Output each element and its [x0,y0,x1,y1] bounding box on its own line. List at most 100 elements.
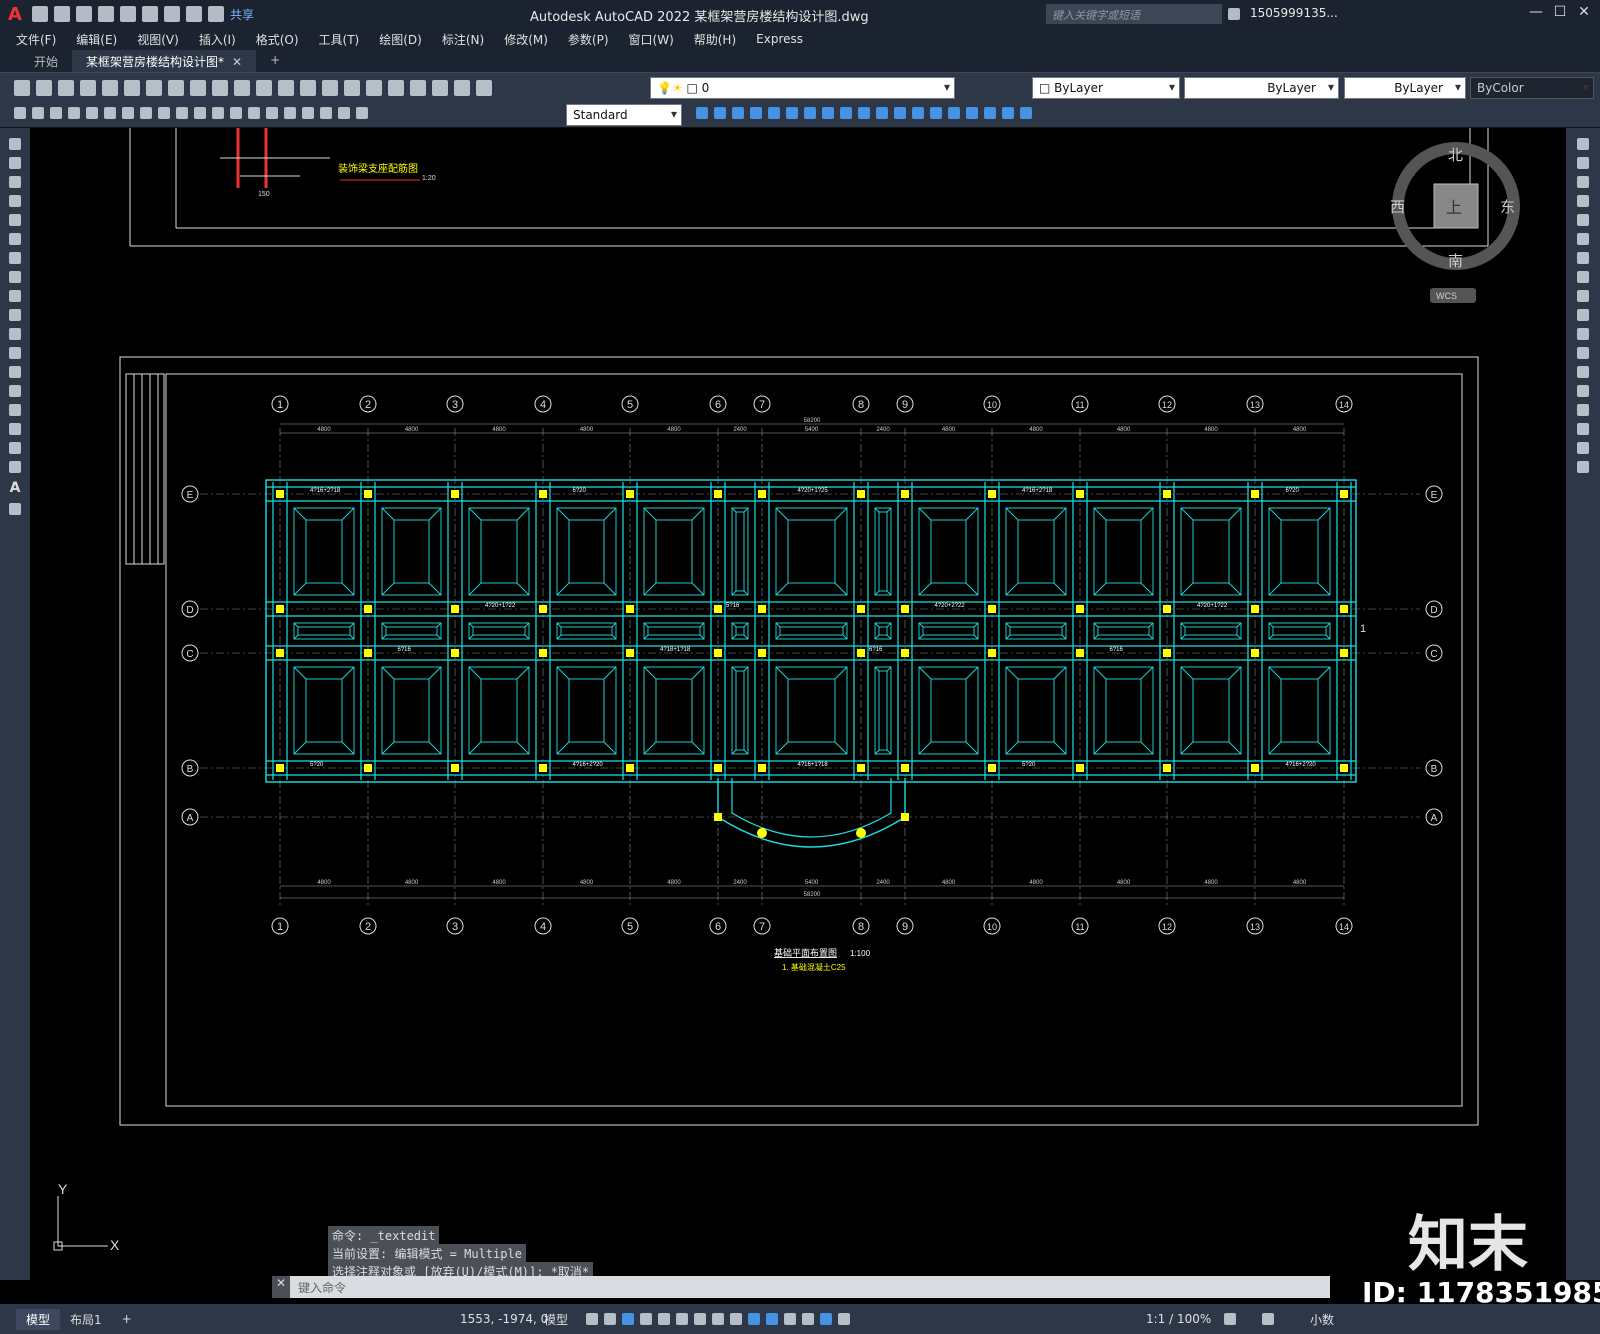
ungroup-icon[interactable] [1002,107,1014,119]
insert-block-icon[interactable] [9,347,21,359]
close-icon[interactable]: ✕ [1574,4,1594,22]
zoom-icon[interactable] [278,80,294,96]
viewcube-top[interactable]: 上 [1446,198,1462,217]
stretch-icon[interactable] [1577,290,1589,302]
copy-object-icon[interactable] [714,107,726,119]
viewcube-north[interactable]: 北 [1448,146,1463,164]
rotate-icon[interactable] [804,107,816,119]
print-icon[interactable] [80,80,96,96]
spline-icon[interactable] [9,290,21,302]
scale-icon[interactable] [822,107,834,119]
dimstyle-dropdown[interactable]: Standard [566,104,682,126]
drawing-canvas[interactable]: 装饰梁支座配筋图 1:20 150 4?16+2?18 5?20 6?16 4?20+… [30,128,1566,1280]
erase-icon[interactable] [696,107,708,119]
group-icon[interactable] [984,107,996,119]
blend-icon[interactable] [1577,442,1589,454]
preview-icon[interactable] [102,80,118,96]
layer-manager-icon[interactable] [476,80,492,96]
minimize-icon[interactable]: — [1526,4,1546,22]
new-tab-icon[interactable]: + [256,50,294,72]
mirror-icon[interactable] [1577,176,1589,188]
maximize-icon[interactable]: ☐ [1550,4,1570,22]
menu-view[interactable]: 视图(V) [137,31,179,48]
dim-linear-icon[interactable] [14,107,26,119]
explode-icon[interactable] [1577,461,1589,473]
close-tab-icon[interactable]: ✕ [232,55,242,69]
fillet-icon[interactable] [1577,423,1589,435]
circle-icon[interactable] [9,252,21,264]
object-snap-icon[interactable] [676,1313,688,1325]
annotation-scale[interactable]: 1:1 / 100% [1146,1312,1211,1326]
color-dropdown[interactable]: □ ByLayer [1032,77,1180,99]
layer-dropdown[interactable]: 💡☀ □ 0 [650,77,955,99]
inspection-icon[interactable] [284,107,296,119]
join-icon[interactable] [912,107,924,119]
add-selected-icon[interactable] [9,503,21,515]
copy-icon[interactable] [146,80,162,96]
menu-format[interactable]: 格式(O) [256,31,299,48]
fillet-icon[interactable] [948,107,960,119]
sheet-set-icon[interactable] [388,80,404,96]
redo-icon[interactable] [234,80,250,96]
tab-start[interactable]: 开始 [20,50,72,72]
help-icon[interactable] [454,80,470,96]
mirror-icon[interactable] [732,107,744,119]
auto-scale-icon[interactable] [838,1313,850,1325]
user-account[interactable]: 1505999135... [1250,6,1338,20]
extend-icon[interactable] [876,107,888,119]
stretch-icon[interactable] [840,107,852,119]
save-icon[interactable] [58,80,74,96]
selection-cycling-icon[interactable] [730,1313,742,1325]
erase-icon[interactable] [1577,138,1589,150]
viewcube-west[interactable]: 西 [1390,198,1405,216]
dim-diameter-icon[interactable] [122,107,134,119]
open-icon[interactable] [54,6,70,22]
menu-dimension[interactable]: 标注(N) [442,31,484,48]
menu-window[interactable]: 窗口(W) [629,31,674,48]
chamfer-icon[interactable] [930,107,942,119]
ortho-icon[interactable] [622,1313,634,1325]
trim-icon[interactable] [1577,309,1589,321]
lineweight-icon[interactable] [694,1313,706,1325]
paste-icon[interactable] [168,80,184,96]
insert-block-icon[interactable] [1020,107,1032,119]
plot-icon[interactable] [164,6,180,22]
tool-palettes-icon[interactable] [366,80,382,96]
line-icon[interactable] [9,138,21,150]
dim-continue-icon[interactable] [194,107,206,119]
make-block-icon[interactable] [9,366,21,378]
properties-icon[interactable] [322,80,338,96]
linetype-dropdown[interactable]: ByLayer [1184,77,1339,99]
tab-drawing[interactable]: 某框架营房楼结构设计图* ✕ [72,50,257,72]
rotate-icon[interactable] [1577,252,1589,264]
redo-icon[interactable] [208,6,224,22]
add-layout-icon[interactable]: + [112,1310,142,1328]
break-icon[interactable] [894,107,906,119]
tab-layout1[interactable]: 布局1 [60,1309,112,1330]
web-open-icon[interactable] [120,6,136,22]
move-icon[interactable] [786,107,798,119]
dim-radius-icon[interactable] [86,107,98,119]
polyline-icon[interactable] [9,176,21,188]
dim-ordinate-icon[interactable] [68,107,80,119]
move-icon[interactable] [1577,233,1589,245]
hatch-icon[interactable] [9,404,21,416]
transparency-icon[interactable] [712,1313,724,1325]
menu-file[interactable]: 文件(F) [16,31,56,48]
polygon-icon[interactable] [9,195,21,207]
cut-icon[interactable] [124,80,140,96]
web-save-icon[interactable] [142,6,158,22]
markup-icon[interactable] [410,80,426,96]
menu-tools[interactable]: 工具(T) [319,31,360,48]
dim-break-icon[interactable] [230,107,242,119]
dim-baseline-icon[interactable] [176,107,188,119]
tolerance-icon[interactable] [248,107,260,119]
dim-space-icon[interactable] [212,107,224,119]
calculator-icon[interactable] [432,80,448,96]
viewcube-east[interactable]: 东 [1500,198,1515,216]
chamfer-icon[interactable] [1577,404,1589,416]
undo-icon[interactable] [212,80,228,96]
undo-icon[interactable] [186,6,202,22]
menu-help[interactable]: 帮助(H) [694,31,736,48]
copy-icon[interactable] [1577,157,1589,169]
